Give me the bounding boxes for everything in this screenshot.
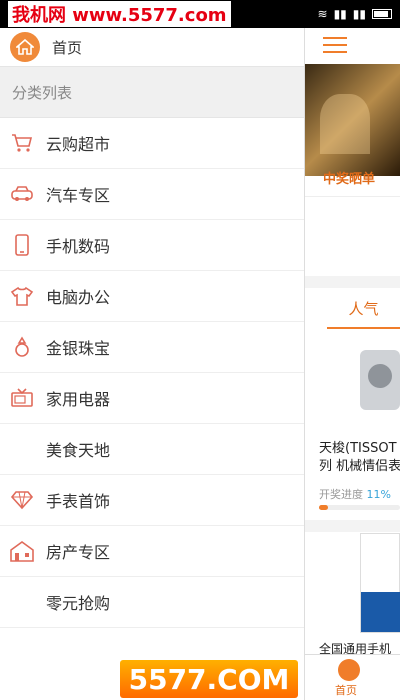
category-label: 手机数码 [46, 237, 111, 256]
ring-icon [2, 336, 42, 358]
category-label: 房产专区 [46, 543, 111, 562]
home-label: 首页 [52, 38, 83, 57]
category-list-header: 分类列表 [0, 66, 304, 118]
category-label: 手表首饰 [46, 492, 111, 511]
main-page: 中奖晒单 人气 天梭(TISSOT 列 机械情侣表 开奖进度 11% 全国通用手… [305, 28, 400, 700]
winner-label[interactable]: 中奖晒单 [323, 168, 375, 187]
category-item[interactable]: 零元抢购 [0, 577, 304, 628]
category-item[interactable]: 云购超市 [0, 118, 304, 169]
shopping-cart-icon [2, 133, 42, 153]
category-label: 电脑办公 [46, 288, 111, 307]
product-image[interactable] [360, 350, 400, 410]
signal-icon-2: ▮▮ [352, 7, 366, 21]
category-label: 零元抢购 [46, 594, 111, 613]
tab-popular[interactable]: 人气 [327, 298, 400, 328]
home-icon [10, 32, 40, 62]
category-item[interactable]: 电脑办公 [0, 271, 304, 322]
banner-image[interactable] [305, 64, 400, 176]
side-drawer: 首页 分类列表 云购超市汽车专区手机数码电脑办公金银珠宝家用电器美食天地手表首饰… [0, 28, 305, 700]
bottom-nav: 首页 [305, 654, 400, 700]
product-title[interactable]: 天梭(TISSOT [319, 440, 400, 458]
progress-bar [319, 505, 400, 510]
menu-icon[interactable] [323, 32, 347, 53]
category-item[interactable]: 汽车专区 [0, 169, 304, 220]
shirt-icon [2, 286, 42, 306]
progress-value: 11% [366, 488, 391, 501]
signal-icon: ▮▮ [333, 7, 347, 21]
section-gap [305, 276, 400, 288]
watermark: 我机网 www.5577.com [8, 1, 231, 27]
status-bar: 我机网 www.5577.com ≋ ▮▮ ▮▮ [0, 0, 400, 28]
phone-icon [2, 234, 42, 256]
category-label: 云购超市 [46, 135, 111, 154]
category-label: 金银珠宝 [46, 339, 111, 358]
bottom-home-icon[interactable] [338, 659, 360, 681]
category-item[interactable]: 房产专区 [0, 526, 304, 577]
drawer-home-row[interactable]: 首页 [0, 28, 304, 66]
category-item[interactable]: 家用电器 [0, 373, 304, 424]
ad-image[interactable] [360, 533, 400, 633]
progress-fill [319, 505, 328, 510]
section-gap-2 [305, 520, 400, 532]
house-icon [2, 540, 42, 562]
category-label: 家用电器 [46, 390, 111, 409]
progress-label: 开奖进度 11% [319, 486, 391, 502]
wifi-icon: ≋ [317, 7, 328, 21]
tab-underline [327, 327, 400, 329]
status-icons: ≋ ▮▮ ▮▮ [317, 7, 392, 21]
footer-logo: 5577.COM [120, 660, 298, 698]
category-item[interactable]: 美食天地 [0, 424, 304, 475]
category-label: 汽车专区 [46, 186, 111, 205]
car-icon [2, 185, 42, 203]
tv-icon [2, 388, 42, 408]
bottom-home-label[interactable]: 首页 [335, 682, 357, 698]
category-label: 美食天地 [46, 441, 111, 460]
progress-label-text: 开奖进度 [319, 488, 363, 501]
category-item[interactable]: 手机数码 [0, 220, 304, 271]
category-list: 云购超市汽车专区手机数码电脑办公金银珠宝家用电器美食天地手表首饰房产专区零元抢购 [0, 118, 304, 628]
diamond-icon [2, 490, 42, 510]
divider [305, 196, 400, 197]
category-item[interactable]: 手表首饰 [0, 475, 304, 526]
battery-icon [372, 9, 392, 19]
product-title-line2[interactable]: 列 机械情侣表 [319, 458, 400, 476]
category-item[interactable]: 金银珠宝 [0, 322, 304, 373]
